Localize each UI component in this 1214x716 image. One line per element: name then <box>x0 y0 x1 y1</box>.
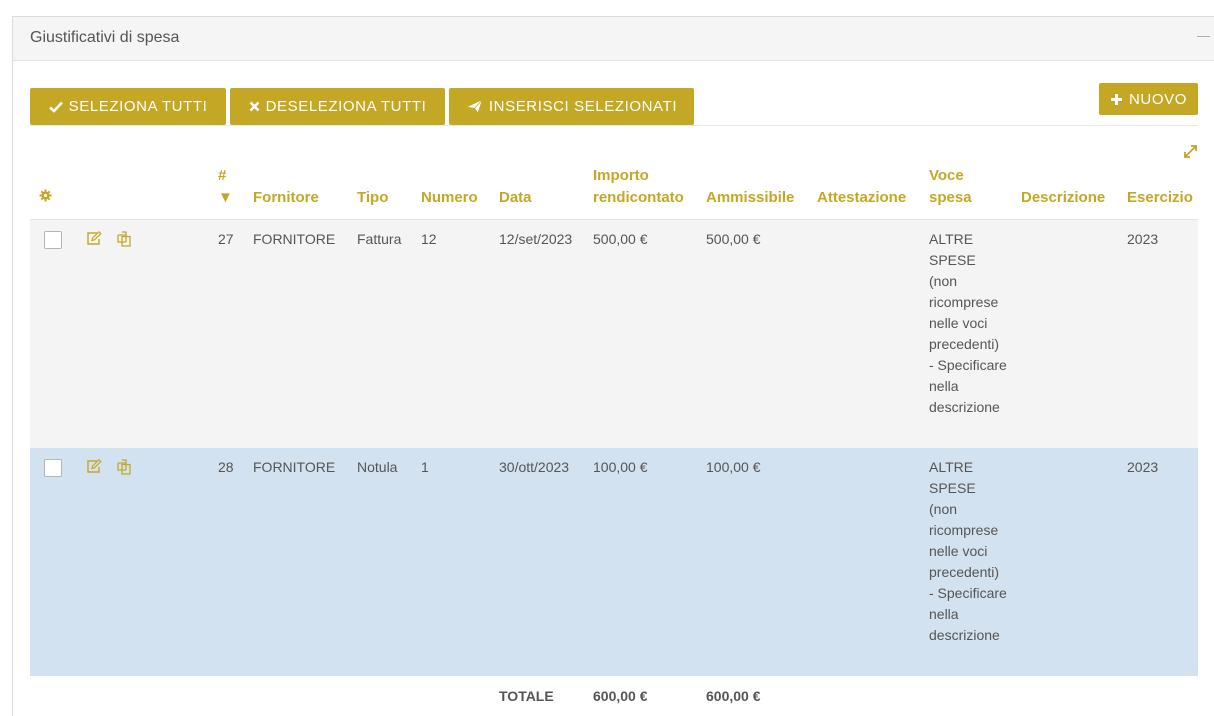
minus-icon[interactable] <box>1197 36 1210 37</box>
toolbar: SELEZIONA TUTTI DESELEZIONA TUTTI INSERI… <box>30 83 1198 126</box>
cell-fornitore: FORNITORE <box>253 219 357 448</box>
cell-descrizione <box>1021 447 1127 676</box>
row-actions-cell <box>82 219 218 448</box>
panel-title: Giustificativi di spesa <box>30 29 180 46</box>
totals-label: TOTALE <box>499 675 593 716</box>
cell-importo: 100,00 € <box>593 447 706 676</box>
new-label: NUOVO <box>1128 90 1187 108</box>
cell-descrizione <box>1021 219 1127 448</box>
cell-voce: ALTRE SPESE (non ricomprese nelle voci p… <box>929 447 1021 676</box>
table-row[interactable]: 27 FORNITORE Fattura 12 12/set/2023 500,… <box>30 219 1198 448</box>
cell-esercizio: 2023 <box>1127 447 1198 676</box>
check-icon <box>48 101 63 113</box>
table-row[interactable]: 28 FORNITORE Notula 1 30/ott/2023 100,00… <box>30 447 1198 676</box>
new-button[interactable]: NUOVO <box>1099 83 1198 115</box>
settings-header <box>30 165 82 220</box>
id-header-label: # <box>218 167 227 184</box>
column-header-ammissibile[interactable]: Ammissibile <box>706 165 817 220</box>
cell-voce: ALTRE SPESE (non ricomprese nelle voci p… <box>929 219 1021 448</box>
plus-icon <box>1110 93 1122 105</box>
row-select-cell <box>30 447 82 676</box>
cell-ammissibile: 500,00 € <box>706 219 817 448</box>
cell-tipo: Notula <box>357 447 421 676</box>
copy-icon[interactable] <box>116 458 132 475</box>
deselect-all-button[interactable]: DESELEZIONA TUTTI <box>230 88 445 125</box>
cell-data: 12/set/2023 <box>499 219 593 448</box>
cell-numero: 1 <box>421 447 499 676</box>
row-checkbox[interactable] <box>44 231 62 249</box>
panel-header: Giustificativi di spesa <box>13 17 1214 61</box>
expenses-table: # ▼ Fornitore Tipo Numero Data Importo r… <box>30 165 1198 716</box>
select-all-button[interactable]: SELEZIONA TUTTI <box>30 88 226 125</box>
cell-esercizio: 2023 <box>1127 219 1198 448</box>
cell-ammissibile: 100,00 € <box>706 447 817 676</box>
cell-fornitore: FORNITORE <box>253 447 357 676</box>
sort-desc-icon: ▼ <box>218 189 233 206</box>
table-header-row: # ▼ Fornitore Tipo Numero Data Importo r… <box>30 165 1198 220</box>
column-header-esercizio[interactable]: Esercizio <box>1127 165 1198 220</box>
column-header-importo[interactable]: Importo rendicontato <box>593 165 706 220</box>
column-header-id[interactable]: # ▼ <box>218 165 253 220</box>
insert-selected-button[interactable]: INSERISCI SELEZIONATI <box>449 88 694 125</box>
cell-id: 28 <box>218 447 253 676</box>
cell-tipo: Fattura <box>357 219 421 448</box>
cell-data: 30/ott/2023 <box>499 447 593 676</box>
deselect-all-label: DESELEZIONA TUTTI <box>265 98 427 115</box>
cell-attestazione <box>817 447 929 676</box>
column-header-fornitore[interactable]: Fornitore <box>253 165 357 220</box>
edit-icon[interactable] <box>86 231 102 246</box>
total-ammissibile: 600,00 € <box>706 675 817 716</box>
column-header-voce[interactable]: Voce spesa <box>929 165 1021 220</box>
insert-selected-label: INSERISCI SELEZIONATI <box>488 98 678 115</box>
cell-attestazione <box>817 219 929 448</box>
column-header-attestazione[interactable]: Attestazione <box>817 165 929 220</box>
cell-numero: 12 <box>421 219 499 448</box>
actions-header <box>82 165 218 220</box>
select-all-label: SELEZIONA TUTTI <box>68 98 208 115</box>
gear-icon[interactable] <box>39 189 52 202</box>
times-icon <box>249 101 260 112</box>
copy-icon[interactable] <box>116 231 132 247</box>
total-importo: 600,00 € <box>593 675 706 716</box>
column-header-descrizione[interactable]: Descrizione <box>1021 165 1127 220</box>
column-header-numero[interactable]: Numero <box>421 165 499 220</box>
expenses-panel: Giustificativi di spesa SELEZIONA TUTTI … <box>12 16 1214 716</box>
row-actions-cell <box>82 447 218 676</box>
paper-plane-icon <box>465 99 483 114</box>
column-header-data[interactable]: Data <box>499 165 593 220</box>
row-checkbox[interactable] <box>44 458 62 477</box>
edit-icon[interactable] <box>86 458 102 474</box>
totals-row: TOTALE 600,00 € 600,00 € <box>30 675 1198 716</box>
cell-importo: 500,00 € <box>593 219 706 448</box>
expand-icon[interactable] <box>1183 144 1198 159</box>
row-select-cell <box>30 219 82 448</box>
column-header-tipo[interactable]: Tipo <box>357 165 421 220</box>
cell-id: 27 <box>218 219 253 448</box>
